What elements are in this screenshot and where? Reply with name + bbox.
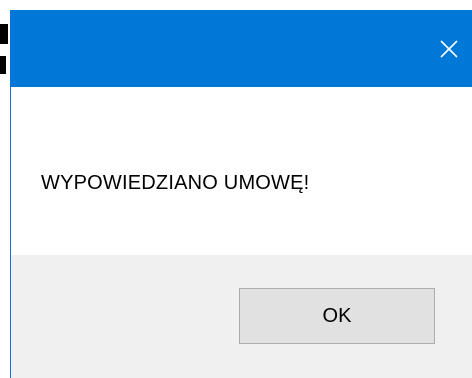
close-icon bbox=[440, 39, 458, 58]
ok-button[interactable]: OK bbox=[239, 288, 435, 344]
dialog-content: WYPOWIEDZIANO UMOWĘ! bbox=[11, 87, 472, 255]
dialog-message: WYPOWIEDZIANO UMOWĘ! bbox=[41, 172, 310, 194]
background-window-fragment bbox=[0, 56, 6, 74]
dialog-titlebar[interactable] bbox=[11, 10, 472, 87]
close-button[interactable] bbox=[426, 10, 472, 87]
message-box-dialog: WYPOWIEDZIANO UMOWĘ! OK bbox=[10, 10, 472, 378]
dialog-footer: OK bbox=[11, 255, 472, 378]
background-window-fragment bbox=[0, 24, 8, 44]
